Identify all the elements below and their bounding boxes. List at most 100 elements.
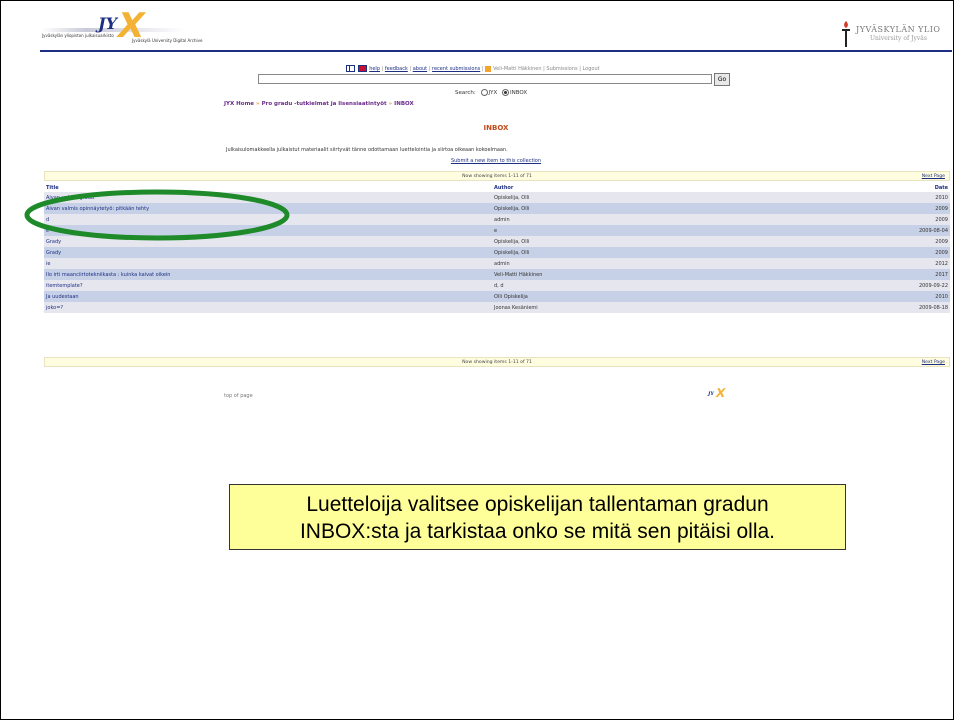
column-date-header[interactable]: Date: [935, 185, 948, 191]
item-date: 2009-08-18: [918, 305, 948, 311]
collection-description: Julkaisulomakkeella julkaistut materiaal…: [226, 147, 508, 153]
nav-recent-submissions-link[interactable]: recent submissions: [432, 66, 480, 72]
table-row: Grady Opiskelija, Olli 2009: [44, 247, 950, 258]
university-logo[interactable]: JYVÄSKYLÄN YLIO University of Jyväs: [840, 20, 952, 48]
pager-bottom: Now showing items 1-11 of 71 Next Page: [44, 357, 950, 367]
site-header: JY X Jyväskylän yliopiston julkaisuarkis…: [40, 10, 952, 50]
item-date: 2009: [935, 250, 948, 256]
logo-subtitle-en: Jyväskylä University Digital Archive: [132, 38, 203, 43]
table-row: Ilo irti maanciirtotekniikasta : kuinka …: [44, 269, 950, 280]
logo-letters: JY: [98, 14, 117, 33]
item-date: 2009: [935, 239, 948, 245]
item-author: Opiskelija, Olli: [494, 250, 530, 256]
scope-radio-jyx[interactable]: [480, 89, 488, 96]
item-date: 2009: [935, 217, 948, 223]
item-date: 2017: [935, 272, 948, 278]
callout-line-1: Luetteloija valitsee opiskelijan tallent…: [306, 493, 769, 516]
english-flag-icon[interactable]: [357, 65, 367, 72]
table-header: Title Author Date: [44, 184, 950, 192]
pager-showing: Now showing items 1-11 of 71: [462, 174, 532, 179]
item-date: 2009-08-04: [918, 228, 948, 234]
item-date: 2010: [935, 195, 948, 201]
logo-subtitle: Jyväskylän yliopiston julkaisuarkisto: [42, 33, 114, 38]
item-author: Opiskelija, Olli: [494, 239, 530, 245]
item-author: Opiskelija, Olli: [494, 195, 530, 201]
column-title-header[interactable]: Title: [46, 185, 59, 191]
nav-logout-link[interactable]: Logout: [582, 66, 599, 72]
item-date: 2012: [935, 261, 948, 267]
scope-radio-inbox[interactable]: [502, 89, 509, 96]
top-of-page-link[interactable]: top of page: [224, 393, 253, 399]
jyx-logo[interactable]: JY X Jyväskylän yliopiston julkaisuarkis…: [42, 10, 203, 46]
finnish-flag-icon[interactable]: [346, 65, 355, 72]
nav-about-link[interactable]: about: [413, 66, 427, 72]
annotation-callout: Luetteloija valitsee opiskelijan tallent…: [229, 484, 846, 550]
item-author: e: [494, 228, 498, 234]
item-date: 2009: [935, 206, 948, 212]
item-title-link[interactable]: d: [46, 217, 49, 223]
table-row: Grady Opiskelija, Olli 2009: [44, 236, 950, 247]
item-title-link[interactable]: joko=?: [46, 305, 63, 311]
search-input[interactable]: [258, 74, 712, 84]
item-author: admin: [494, 217, 510, 223]
university-subtitle: University of Jyväs: [870, 35, 927, 42]
table-row: d admin 2009: [44, 214, 950, 225]
edit-profile-icon[interactable]: [485, 65, 492, 72]
item-title-link[interactable]: Ilo irti maanciirtotekniikasta : kuinka …: [46, 272, 170, 278]
item-author: d, d: [494, 283, 504, 289]
nav-help-link[interactable]: help: [369, 66, 380, 72]
item-author: Veli-Matti Häkkinen: [494, 272, 543, 278]
table-row: ie admin 2012: [44, 258, 950, 269]
item-title-link[interactable]: ie: [46, 261, 50, 267]
breadcrumb: JYX Home» Pro gradu -tutkielmat ja lisens…: [224, 101, 414, 107]
item-table: Aivan valmis gradu Opiskelija, Olli 2010 A…: [44, 192, 950, 313]
next-page-link[interactable]: Next Page: [922, 174, 945, 179]
table-row: joko=? Joonas Kesäniemi 2009-08-18: [44, 302, 950, 313]
footer-logo-letters: JY: [708, 391, 714, 397]
breadcrumb-current: INBOX: [394, 101, 414, 107]
item-author: admin: [494, 261, 510, 267]
column-author-header[interactable]: Author: [494, 185, 513, 191]
breadcrumb-community[interactable]: Pro gradu -tutkielmat ja lisensiaatintyö…: [262, 101, 387, 107]
table-row: Aivan valmis gradu Opiskelija, Olli 2010: [44, 192, 950, 203]
footer-logo-mark: X: [714, 386, 727, 400]
item-title-link[interactable]: Grady: [46, 239, 61, 245]
table-row: Aivan valmis opinnäytetyö: pitkään tehty…: [44, 203, 950, 214]
university-name: JYVÄSKYLÄN YLIO: [856, 25, 941, 34]
scope-label-inbox: INBOX: [510, 90, 528, 96]
table-row: itemtemplate? d, d 2009-09-22: [44, 280, 950, 291]
item-author: Opiskelija, Olli: [494, 206, 530, 212]
item-title-link[interactable]: Grady: [46, 250, 61, 256]
item-title-link[interactable]: itemtemplate?: [46, 283, 83, 289]
breadcrumb-home[interactable]: JYX Home: [224, 101, 254, 107]
pager-top: Now showing items 1-11 of 71 Next Page: [44, 171, 950, 181]
nav-feedback-link[interactable]: feedback: [385, 66, 408, 72]
header-rule: [40, 50, 952, 52]
page-title: INBOX: [483, 124, 509, 132]
footer-logo[interactable]: JY X: [700, 386, 740, 402]
breadcrumb-separator: »: [388, 101, 393, 107]
item-title-link[interactable]: Aivan valmis opinnäytetyö: pitkään tehty: [46, 206, 149, 212]
go-button[interactable]: Go: [714, 73, 730, 86]
item-title-link[interactable]: Ja uudestaan: [46, 294, 79, 300]
item-date: 2009-09-22: [918, 283, 948, 289]
search-scope: Search: JYX INBOX: [455, 89, 527, 96]
callout-line-2: INBOX:sta ja tarkistaa onko se mitä sen …: [299, 520, 776, 543]
nav-submissions-link[interactable]: Submissions: [546, 66, 577, 72]
item-title-link[interactable]: e: [46, 228, 49, 234]
browser-screenshot: JY X Jyväskylän yliopiston julkaisuarkis…: [40, 10, 952, 430]
breadcrumb-separator: »: [256, 101, 260, 107]
nav-user-name[interactable]: Veli-Matti Häkkinen: [493, 66, 541, 72]
item-author: Olli Opiskelija: [494, 294, 528, 300]
torch-icon: [842, 21, 850, 47]
submit-new-item-link[interactable]: Submit a new item to this collection: [40, 158, 952, 164]
item-title-link[interactable]: Aivan valmis gradu: [46, 195, 94, 201]
pager-showing: Now showing items 1-11 of 71: [462, 360, 532, 365]
item-author: Joonas Kesäniemi: [494, 305, 538, 311]
next-page-link[interactable]: Next Page: [922, 360, 945, 365]
item-date: 2010: [935, 294, 948, 300]
table-row: Ja uudestaan Olli Opiskelija 2010: [44, 291, 950, 302]
table-row: e e 2009-08-04: [44, 225, 950, 236]
scope-label-jyx: JYX: [488, 90, 498, 96]
search-scope-label: Search:: [455, 90, 476, 96]
